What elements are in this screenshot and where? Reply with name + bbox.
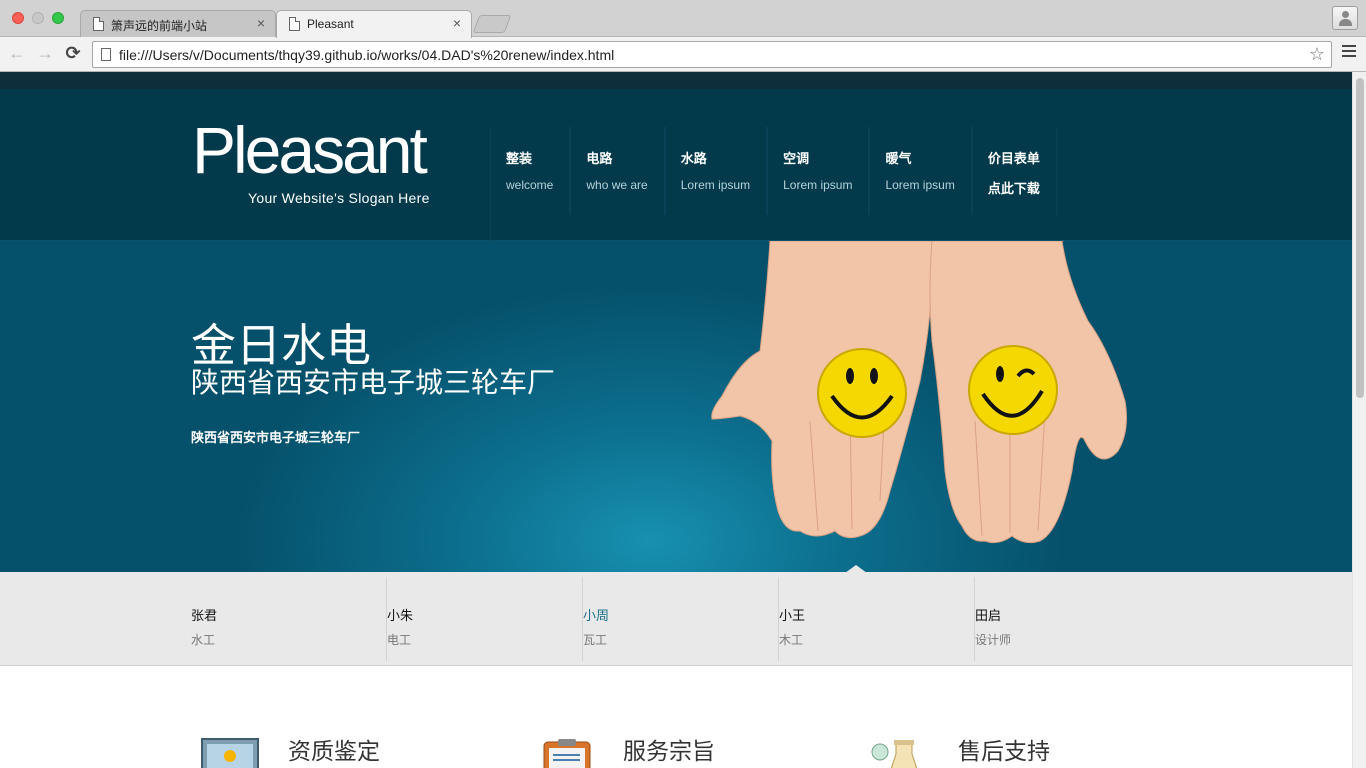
team-member[interactable]: 小王 木工 bbox=[779, 577, 975, 661]
member-role: 木工 bbox=[779, 633, 804, 647]
close-window-button[interactable] bbox=[12, 12, 24, 24]
back-icon[interactable]: ← bbox=[6, 42, 28, 64]
forward-icon[interactable]: → bbox=[34, 42, 56, 64]
nav-item-label: 价目表单 bbox=[987, 151, 1040, 166]
team-member[interactable]: 小朱 电工 bbox=[387, 577, 583, 661]
download-link[interactable]: 点此下载 bbox=[988, 178, 1040, 197]
nav-item-label: 暖气 bbox=[885, 151, 912, 166]
nav-item-sublabel: welcome bbox=[506, 178, 554, 192]
tab-strip: 箫声远的前端小站 × Pleasant × bbox=[0, 0, 1366, 38]
nav-item-sublabel: Lorem ipsum bbox=[783, 178, 853, 192]
nav-item-sublabel: Lorem ipsum bbox=[680, 178, 751, 192]
certificate-icon bbox=[201, 738, 259, 768]
member-role: 瓦工 bbox=[583, 633, 608, 647]
site-slogan: Your Website's Slogan Here bbox=[248, 190, 430, 206]
team-member[interactable]: 田启 设计师 bbox=[975, 577, 1171, 661]
member-role: 电工 bbox=[387, 633, 412, 647]
profile-icon[interactable] bbox=[1332, 6, 1358, 30]
flask-icon bbox=[871, 740, 918, 768]
feature-title: 服务宗旨 bbox=[623, 738, 715, 764]
scrollbar-thumb[interactable] bbox=[1356, 78, 1364, 398]
tab-title: Pleasant bbox=[307, 17, 354, 31]
page-viewport: Pleasant Your Website's Slogan Here 整装 w… bbox=[0, 72, 1352, 768]
nav-item-zhengzhuang[interactable]: 整装 welcome bbox=[490, 127, 571, 215]
minimize-window-button[interactable] bbox=[32, 12, 44, 24]
url-text[interactable]: file:///Users/v/Documents/thqy39.github.… bbox=[119, 47, 614, 63]
active-pointer-icon bbox=[845, 565, 867, 573]
page-scrollbar[interactable] bbox=[1352, 72, 1366, 768]
site-header: Pleasant Your Website's Slogan Here 整装 w… bbox=[0, 89, 1352, 241]
hero-address: 陕西省西安市电子城三轮车厂 bbox=[191, 430, 361, 445]
team-bar: 张君 水工 小朱 电工 小周 瓦工 小王 木工 田启 设计师 bbox=[0, 572, 1352, 666]
maximize-window-button[interactable] bbox=[52, 12, 64, 24]
member-name: 小王 bbox=[779, 608, 806, 623]
address-bar[interactable]: file:///Users/v/Documents/thqy39.github.… bbox=[92, 41, 1332, 68]
member-name: 田启 bbox=[975, 608, 1002, 623]
nav-item-label: 空调 bbox=[783, 151, 810, 166]
member-role: 设计师 bbox=[975, 633, 1012, 647]
feature-title: 售后支持 bbox=[958, 738, 1050, 764]
member-name: 小周 bbox=[583, 608, 610, 623]
member-name: 张君 bbox=[191, 608, 218, 623]
nav-divider bbox=[490, 215, 491, 241]
menu-icon[interactable] bbox=[1342, 45, 1356, 59]
nav-item-nuanqi[interactable]: 暖气 Lorem ipsum bbox=[869, 127, 972, 215]
nav-item-dianlu[interactable]: 电路 who we are bbox=[570, 127, 665, 215]
top-strip bbox=[0, 72, 1352, 89]
nav-item-label: 电路 bbox=[586, 151, 613, 166]
feature-title: 资质鉴定 bbox=[288, 738, 380, 764]
page-icon bbox=[289, 17, 300, 31]
member-role: 水工 bbox=[191, 633, 216, 647]
nav-item-price-list[interactable]: 价目表单 点此下载 bbox=[971, 127, 1057, 215]
site-logo[interactable]: Pleasant bbox=[192, 117, 428, 183]
browser-tab-active[interactable]: Pleasant × bbox=[276, 10, 472, 38]
reload-icon[interactable]: ⟳ bbox=[62, 42, 84, 64]
browser-toolbar: ← → ⟳ file:///Users/v/Documents/thqy39.g… bbox=[0, 37, 1366, 72]
new-tab-button[interactable] bbox=[472, 15, 512, 33]
close-tab-icon[interactable]: × bbox=[257, 15, 265, 31]
hero-banner: 金日水电 陕西省西安市电子城三轮车厂 陕西省西安市电子城三轮车厂 bbox=[0, 241, 1352, 572]
nav-item-label: 整装 bbox=[506, 151, 533, 166]
member-name: 小朱 bbox=[387, 608, 414, 623]
close-tab-icon[interactable]: × bbox=[453, 15, 461, 31]
nav-item-shuilu[interactable]: 水路 Lorem ipsum bbox=[664, 127, 768, 215]
hero-subtitle: 陕西省西安市电子城三轮车厂 bbox=[191, 367, 556, 398]
tab-title: 箫声远的前端小站 bbox=[111, 19, 208, 33]
team-member-active[interactable]: 小周 瓦工 bbox=[583, 577, 779, 661]
nav-item-sublabel: who we are bbox=[586, 178, 648, 192]
team-member[interactable]: 张君 水工 bbox=[191, 577, 387, 661]
page-icon bbox=[93, 17, 104, 31]
browser-tab[interactable]: 箫声远的前端小站 × bbox=[80, 10, 276, 37]
clipboard-icon bbox=[543, 739, 591, 768]
nav-item-kongtiao[interactable]: 空调 Lorem ipsum bbox=[767, 127, 870, 215]
browser-chrome: 箫声远的前端小站 × Pleasant × ← → ⟳ file:///User… bbox=[0, 0, 1366, 72]
bookmark-star-icon[interactable]: ☆ bbox=[1309, 44, 1325, 65]
features-section: 资质鉴定 服务宗旨 售后支持 bbox=[0, 666, 1352, 768]
nav-item-sublabel: Lorem ipsum bbox=[885, 178, 955, 192]
main-nav: 整装 welcome 电路 who we are 水路 Lorem ipsum … bbox=[490, 127, 1057, 215]
hands-with-smileys-image bbox=[711, 241, 1127, 544]
nav-item-label: 水路 bbox=[680, 151, 707, 166]
page-icon bbox=[101, 48, 111, 61]
